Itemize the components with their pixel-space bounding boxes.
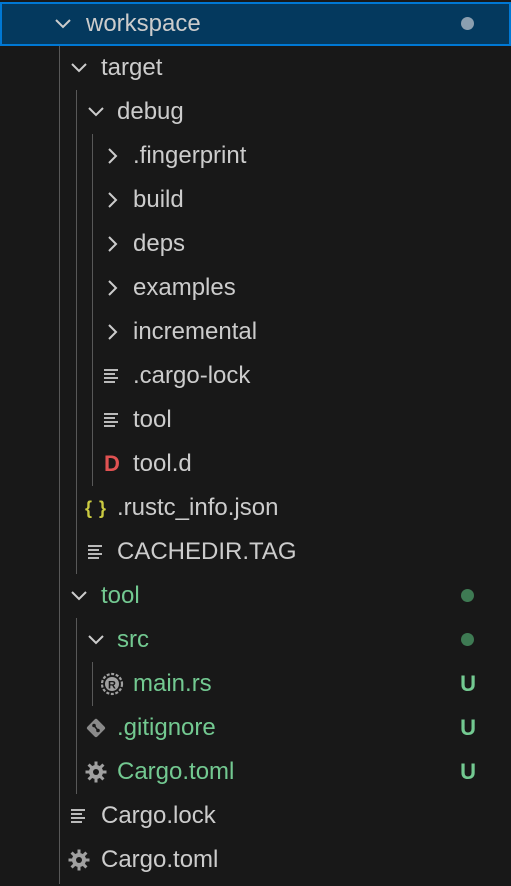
file-item-cargo-toml[interactable]: Cargo.toml U	[0, 750, 511, 794]
chevron-down-icon[interactable]	[84, 90, 108, 134]
item-label: .rustc_info.json	[117, 494, 279, 521]
file-item-rustc-info-json[interactable]: { } .rustc_info.json	[0, 486, 511, 530]
item-label: examples	[133, 274, 236, 301]
folder-item-target[interactable]: target	[0, 46, 511, 90]
gear-icon	[84, 750, 108, 794]
chevron-right-icon[interactable]	[100, 266, 124, 310]
untracked-badge: U	[460, 759, 476, 784]
file-lines-icon	[67, 794, 91, 838]
item-label: debug	[117, 98, 184, 125]
folder-item-build[interactable]: build	[0, 178, 511, 222]
modified-dot-icon	[461, 633, 474, 646]
file-item-cargo-toml[interactable]: Cargo.toml	[0, 838, 511, 882]
file-item-tool[interactable]: tool	[0, 398, 511, 442]
item-label: .cargo-lock	[133, 362, 251, 389]
chevron-down-icon[interactable]	[67, 46, 91, 90]
modified-dot-icon	[461, 17, 474, 30]
item-label: tool.d	[133, 450, 192, 477]
folder-item-tool[interactable]: tool	[0, 574, 511, 618]
folder-item-debug[interactable]: debug	[0, 90, 511, 134]
chevron-down-icon[interactable]	[51, 2, 75, 46]
folder-item-incremental[interactable]: incremental	[0, 310, 511, 354]
item-label: Cargo.lock	[101, 802, 216, 829]
untracked-badge: U	[460, 715, 476, 740]
rust-icon: R	[100, 662, 124, 706]
item-label: .gitignore	[117, 714, 216, 741]
d-file-icon: D	[104, 451, 120, 476]
item-label: Cargo.toml	[117, 758, 235, 785]
file-item-tool-d[interactable]: Dtool.d	[0, 442, 511, 486]
item-label: src	[117, 626, 149, 653]
item-label: CACHEDIR.TAG	[117, 538, 297, 565]
file-item-gitignore[interactable]: .gitignore U	[0, 706, 511, 750]
chevron-right-icon[interactable]	[100, 222, 124, 266]
file-lines-icon	[100, 354, 124, 398]
chevron-down-icon[interactable]	[84, 618, 108, 662]
gear-icon	[67, 838, 91, 882]
chevron-right-icon[interactable]	[100, 178, 124, 222]
json-braces-icon: { }	[84, 497, 107, 518]
folder-item-src[interactable]: src	[0, 618, 511, 662]
file-item-cachedir-tag[interactable]: CACHEDIR.TAG	[0, 530, 511, 574]
item-label: .fingerprint	[133, 142, 247, 169]
folder-item-deps[interactable]: deps	[0, 222, 511, 266]
svg-text:R: R	[108, 680, 116, 692]
item-label: tool	[133, 406, 172, 433]
file-lines-icon	[100, 398, 124, 442]
item-label: incremental	[133, 318, 258, 345]
folder-item-workspace[interactable]: workspace	[0, 2, 511, 46]
item-label: deps	[133, 230, 186, 257]
chevron-down-icon[interactable]	[67, 574, 91, 618]
chevron-right-icon[interactable]	[100, 134, 124, 178]
file-lines-icon	[84, 530, 108, 574]
item-label: main.rs	[133, 670, 212, 697]
item-label: build	[133, 186, 184, 213]
modified-dot-icon	[461, 589, 474, 602]
item-label: Cargo.toml	[101, 846, 219, 873]
item-label: target	[101, 54, 163, 81]
file-item-cargo-lock[interactable]: .cargo-lock	[0, 354, 511, 398]
git-icon	[84, 706, 108, 750]
item-label: workspace	[86, 10, 201, 37]
file-explorer-tree: workspace target debug .fingerprint build dep…	[0, 0, 511, 886]
file-item-main-rs[interactable]: Rmain.rs U	[0, 662, 511, 706]
file-item-cargo-lock[interactable]: Cargo.lock	[0, 794, 511, 838]
untracked-badge: U	[460, 671, 476, 696]
folder-item-examples[interactable]: examples	[0, 266, 511, 310]
chevron-right-icon[interactable]	[100, 310, 124, 354]
folder-item-fingerprint[interactable]: .fingerprint	[0, 134, 511, 178]
item-label: tool	[101, 582, 140, 609]
